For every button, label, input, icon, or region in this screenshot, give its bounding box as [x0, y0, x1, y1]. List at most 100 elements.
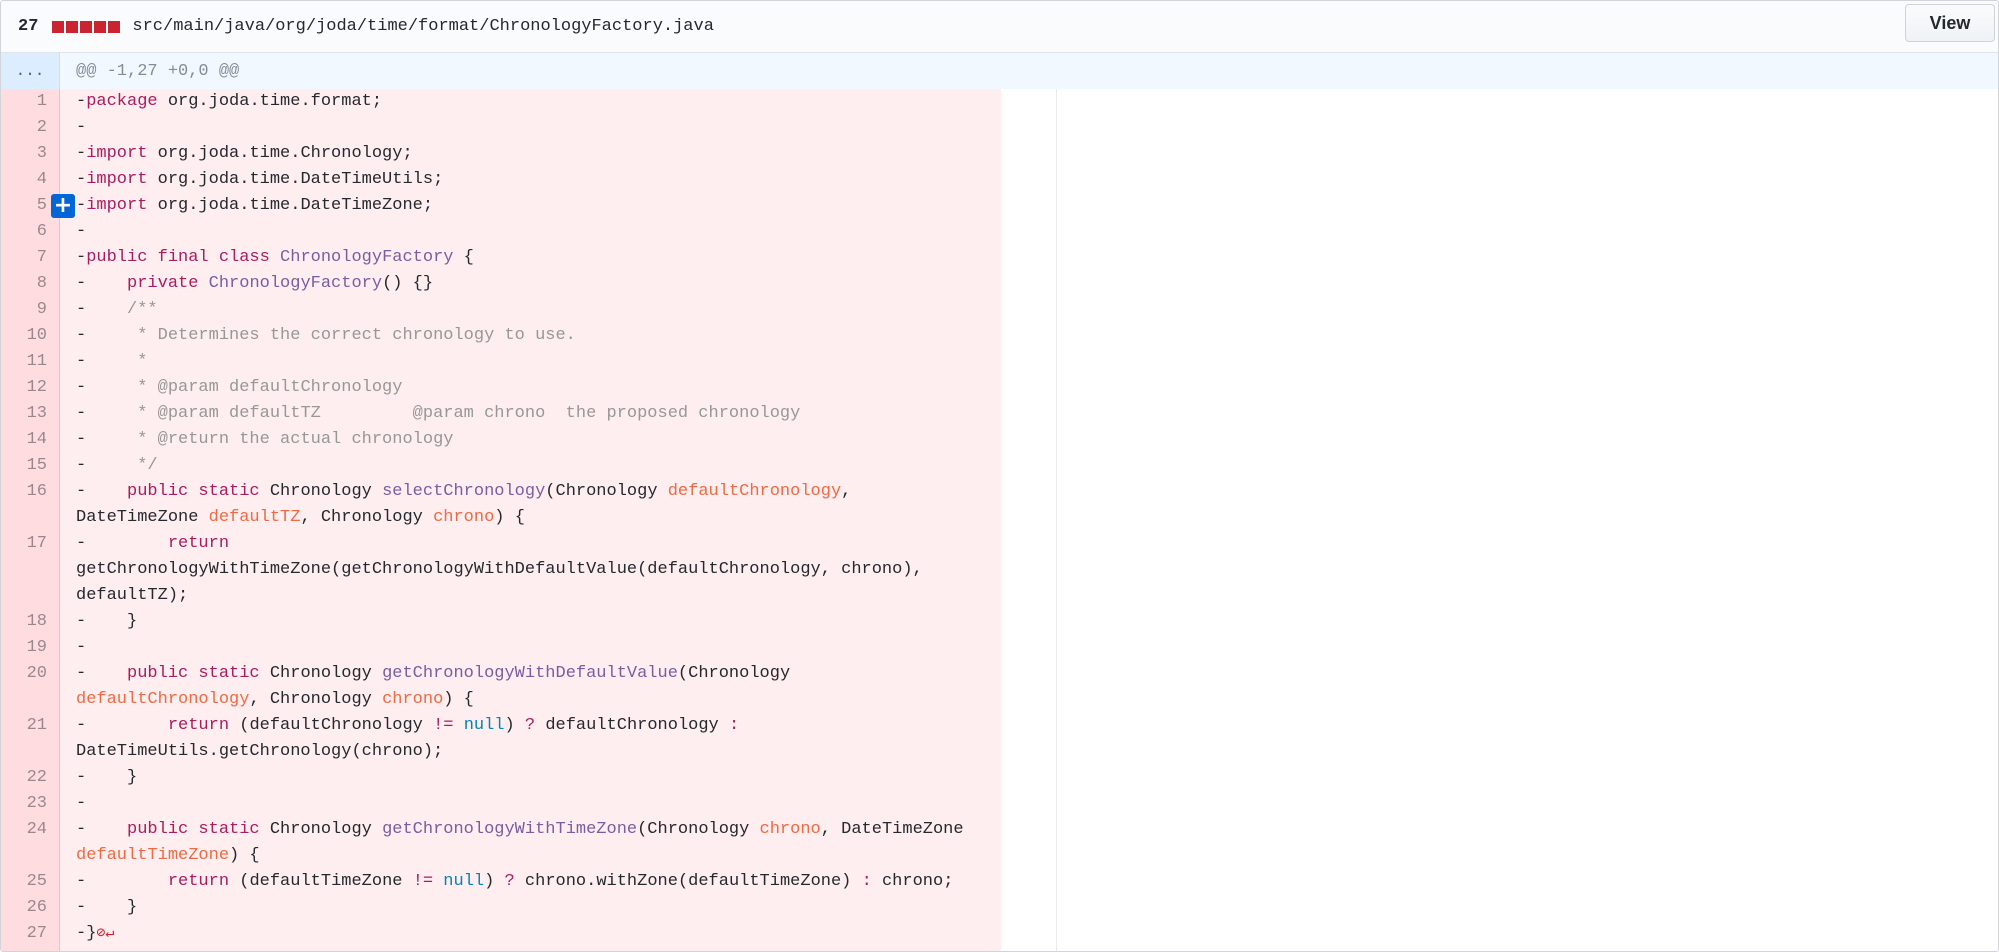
- expand-hunk-button[interactable]: ...: [1, 53, 60, 89]
- line-number[interactable]: 6: [1, 219, 47, 245]
- line-number[interactable]: 1: [1, 89, 47, 115]
- line-number[interactable]: 27: [1, 921, 47, 947]
- diffstat-count: 27: [18, 17, 39, 36]
- line-number[interactable]: 4: [1, 167, 47, 193]
- token-text: (Chronology: [545, 482, 668, 501]
- line-code: defaultTimeZone) {: [76, 843, 260, 869]
- token-text: Chronology: [259, 482, 383, 501]
- token-keyword: import: [86, 144, 148, 163]
- line-number[interactable]: 11: [1, 349, 47, 375]
- token-text: DateTimeZone: [76, 508, 209, 527]
- token-text: org.joda.time.DateTimeUtils;: [147, 170, 444, 189]
- line-number[interactable]: 16: [1, 479, 47, 505]
- token-keyword: public static: [127, 664, 260, 683]
- line-number[interactable]: 24: [1, 817, 47, 843]
- token-text: (defaultChronology: [229, 716, 434, 735]
- token-variable: defaultTZ: [208, 508, 301, 527]
- line-number[interactable]: 12: [1, 375, 47, 401]
- line-code: -}⊘↵: [76, 924, 115, 943]
- line-number[interactable]: 7: [1, 245, 47, 271]
- line-number[interactable]: 19: [1, 635, 47, 661]
- line-number[interactable]: 2: [1, 115, 47, 141]
- line-number[interactable]: 13: [1, 401, 47, 427]
- line-number[interactable]: 3: [1, 141, 47, 167]
- token-function: getChronologyWithTimeZone: [382, 820, 638, 839]
- line-code: defaultTZ);: [76, 586, 189, 605]
- line-code: - return (defaultTimeZone != null) ? chr…: [76, 872, 954, 891]
- line-code: -public final class ChronologyFactory {: [76, 248, 474, 267]
- token-function: selectChronology: [382, 482, 546, 501]
- token-type: ChronologyFactory: [208, 274, 383, 293]
- token-operator: ?: [524, 716, 536, 735]
- line-number[interactable]: 22: [1, 765, 47, 791]
- diff-body: 1 -package org.joda.time.format; 2 - 3 -…: [1, 89, 1998, 951]
- line-code: - * @param defaultTZ @param chrono the p…: [76, 404, 801, 423]
- token-text: (Chronology: [637, 820, 760, 839]
- line-number[interactable]: 17: [1, 531, 47, 557]
- token-text: ): [484, 872, 505, 891]
- token-text: }: [127, 612, 138, 631]
- right-pane-divider: [1056, 89, 1057, 951]
- line-number[interactable]: 14: [1, 427, 47, 453]
- line-number[interactable]: 9: [1, 297, 47, 323]
- token-text: org.joda.time.Chronology;: [147, 144, 413, 163]
- hunk-range: @@ -1,27 +0,0 @@: [76, 61, 240, 81]
- line-number[interactable]: 20: [1, 661, 47, 687]
- token-operator: :: [728, 716, 740, 735]
- token-keyword: public static: [127, 482, 260, 501]
- line-code: defaultChronology, Chronology chrono) {: [76, 687, 474, 713]
- line-code: - public static Chronology selectChronol…: [76, 482, 852, 501]
- token-text: ,: [841, 482, 852, 501]
- token-text: ) {: [494, 508, 525, 527]
- token-comment: * @param defaultChronology: [127, 378, 403, 397]
- token-keyword: import: [86, 196, 148, 215]
- token-variable: defaultChronology: [76, 690, 250, 709]
- diffstat-bar: [52, 20, 121, 33]
- line-number[interactable]: 23: [1, 791, 47, 817]
- hunk-header: ... @@ -1,27 +0,0 @@: [1, 53, 1998, 89]
- line-number[interactable]: 25: [1, 869, 47, 895]
- token-text: org.joda.time.DateTimeZone;: [147, 196, 434, 215]
- token-operator: !=: [433, 716, 454, 735]
- line-code: - private ChronologyFactory() {}: [76, 274, 434, 293]
- line-number[interactable]: 8: [1, 271, 47, 297]
- token-text: {: [453, 248, 474, 267]
- line-number[interactable]: 26: [1, 895, 47, 921]
- file-header: 27 src/main/java/org/joda/time/format/Ch…: [1, 1, 1998, 53]
- line-number[interactable]: 15: [1, 453, 47, 479]
- line-number[interactable]: 5: [1, 193, 47, 219]
- diffstat-block: [94, 20, 107, 33]
- token-keyword: import: [86, 170, 148, 189]
- line-code: -: [76, 222, 87, 241]
- diffstat-block: [66, 20, 79, 33]
- view-file-button[interactable]: View: [1905, 4, 1995, 42]
- add-line-comment-button[interactable]: +: [51, 194, 75, 218]
- line-code: DateTimeUtils.getChronology(chrono);: [76, 742, 444, 761]
- line-code: - */: [76, 456, 158, 475]
- line-number[interactable]: 18: [1, 609, 47, 635]
- token-keyword: public final class: [86, 248, 270, 267]
- line-code: - }: [76, 898, 138, 917]
- line-number[interactable]: 21: [1, 713, 47, 739]
- token-comment: * Determines the correct chronology to u…: [127, 326, 576, 345]
- line-code: -import org.joda.time.DateTimeZone;: [76, 196, 434, 215]
- line-number[interactable]: 10: [1, 323, 47, 349]
- token-type: ChronologyFactory: [280, 248, 454, 267]
- token-text: , Chronology: [300, 508, 434, 527]
- token-text: ): [504, 716, 525, 735]
- line-code: - }: [76, 768, 138, 787]
- line-code: - return (defaultChronology != null) ? d…: [76, 716, 740, 735]
- line-code: -: [76, 638, 87, 657]
- no-newline-icon: ⊘↵: [96, 925, 115, 942]
- token-text: }: [127, 898, 138, 917]
- file-path[interactable]: src/main/java/org/joda/time/format/Chron…: [132, 17, 714, 36]
- line-code: - * Determines the correct chronology to…: [76, 326, 576, 345]
- token-variable: chrono: [433, 508, 495, 527]
- line-code: DateTimeZone defaultTZ, Chronology chron…: [76, 505, 525, 531]
- line-code: - public static Chronology getChronology…: [76, 820, 964, 839]
- line-code: -: [76, 118, 87, 137]
- diffstat-block: [108, 20, 121, 33]
- token-text: , DateTimeZone: [820, 820, 964, 839]
